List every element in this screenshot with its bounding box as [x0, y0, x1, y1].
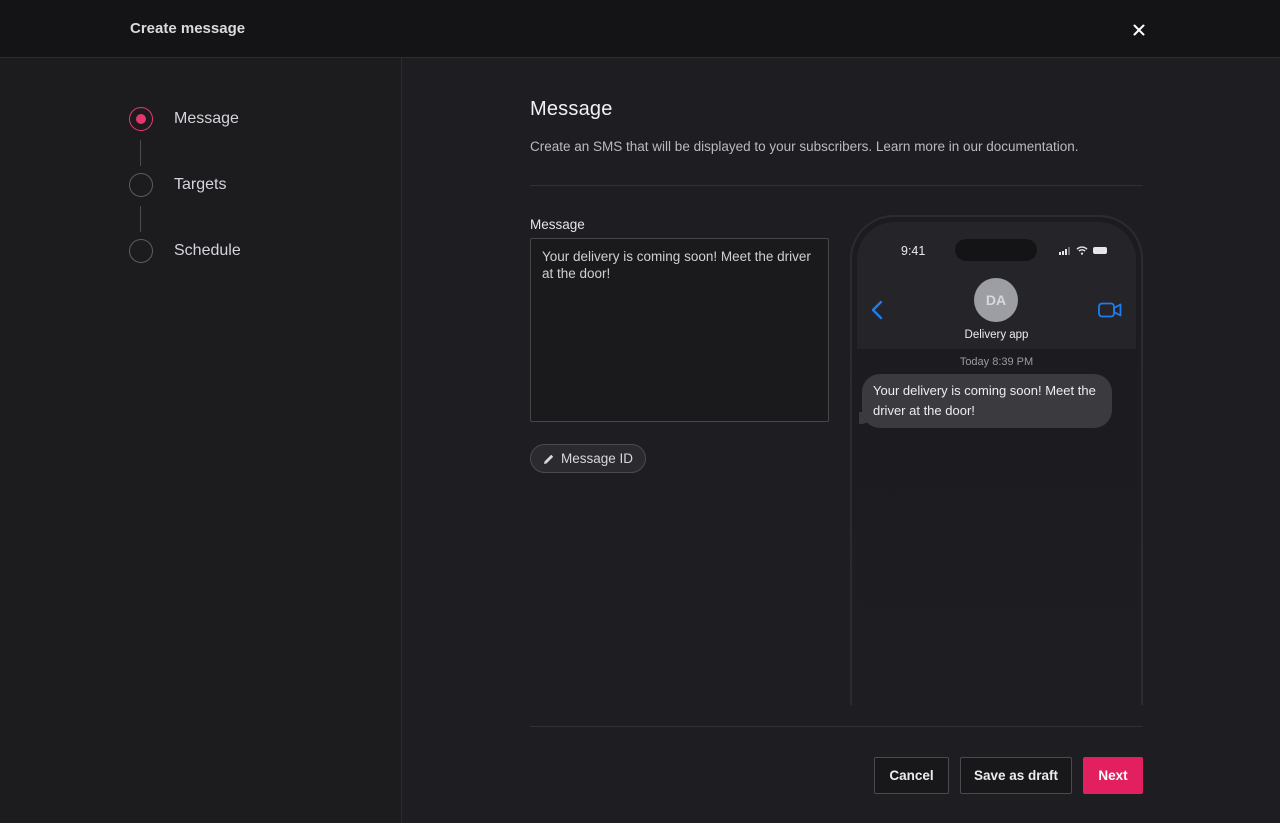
message-textarea[interactable]: Your delivery is coming soon! Meet the d…: [530, 238, 829, 422]
cancel-button[interactable]: Cancel: [874, 757, 949, 794]
step-indicator: [129, 173, 153, 197]
video-camera-icon: [1098, 302, 1122, 318]
message-timestamp: Today 8:39 PM: [959, 356, 1034, 368]
footer-divider: [530, 726, 1143, 727]
message-id-button[interactable]: Message ID: [530, 444, 647, 473]
step-label: Message: [174, 110, 239, 127]
message-field-label: Message: [530, 217, 585, 232]
step-label: Schedule: [174, 242, 241, 259]
video-call-button[interactable]: [1098, 302, 1122, 323]
back-button[interactable]: [871, 300, 883, 325]
contact-name: Delivery app: [964, 329, 1029, 341]
divider: [530, 185, 1143, 186]
main-content: Message Create an SMS that will be displ…: [403, 58, 1280, 823]
status-time: 9:41: [901, 244, 926, 258]
page-title: Create message: [130, 20, 246, 37]
section-description: Create an SMS that will be displayed to …: [530, 139, 1079, 154]
save-draft-button[interactable]: Save as draft: [960, 757, 1072, 794]
next-button[interactable]: Next: [1083, 757, 1143, 794]
step-message[interactable]: Message: [129, 107, 239, 131]
step-label: Targets: [174, 176, 227, 193]
pencil-icon: [543, 453, 555, 465]
step-connector: [140, 206, 141, 232]
chevron-left-icon: [871, 300, 883, 320]
wifi-icon: [1076, 246, 1088, 255]
dynamic-island: [955, 239, 1037, 261]
avatar: DA: [974, 278, 1018, 322]
message-bubble: Your delivery is coming soon! Meet the d…: [862, 374, 1112, 428]
close-button[interactable]: [1128, 19, 1150, 41]
message-id-label: Message ID: [561, 451, 634, 466]
signal-icon: [1059, 246, 1070, 255]
step-indicator: [129, 239, 153, 263]
step-connector: [140, 140, 141, 166]
battery-icon: [1093, 247, 1107, 254]
top-bar: Create message: [0, 0, 1280, 58]
phone-screen: 9:41 DA Delivery app Today 8:39 PM Your …: [857, 222, 1136, 705]
step-active-indicator: [129, 107, 153, 131]
step-schedule[interactable]: Schedule: [129, 239, 241, 263]
phone-preview: 9:41 DA Delivery app Today 8:39 PM Your …: [850, 215, 1143, 705]
section-heading: Message: [530, 98, 613, 120]
stepper-sidebar: Message Targets Schedule: [0, 58, 402, 823]
close-icon: [1133, 24, 1145, 36]
status-icons: [1059, 246, 1108, 255]
step-targets[interactable]: Targets: [129, 173, 226, 197]
